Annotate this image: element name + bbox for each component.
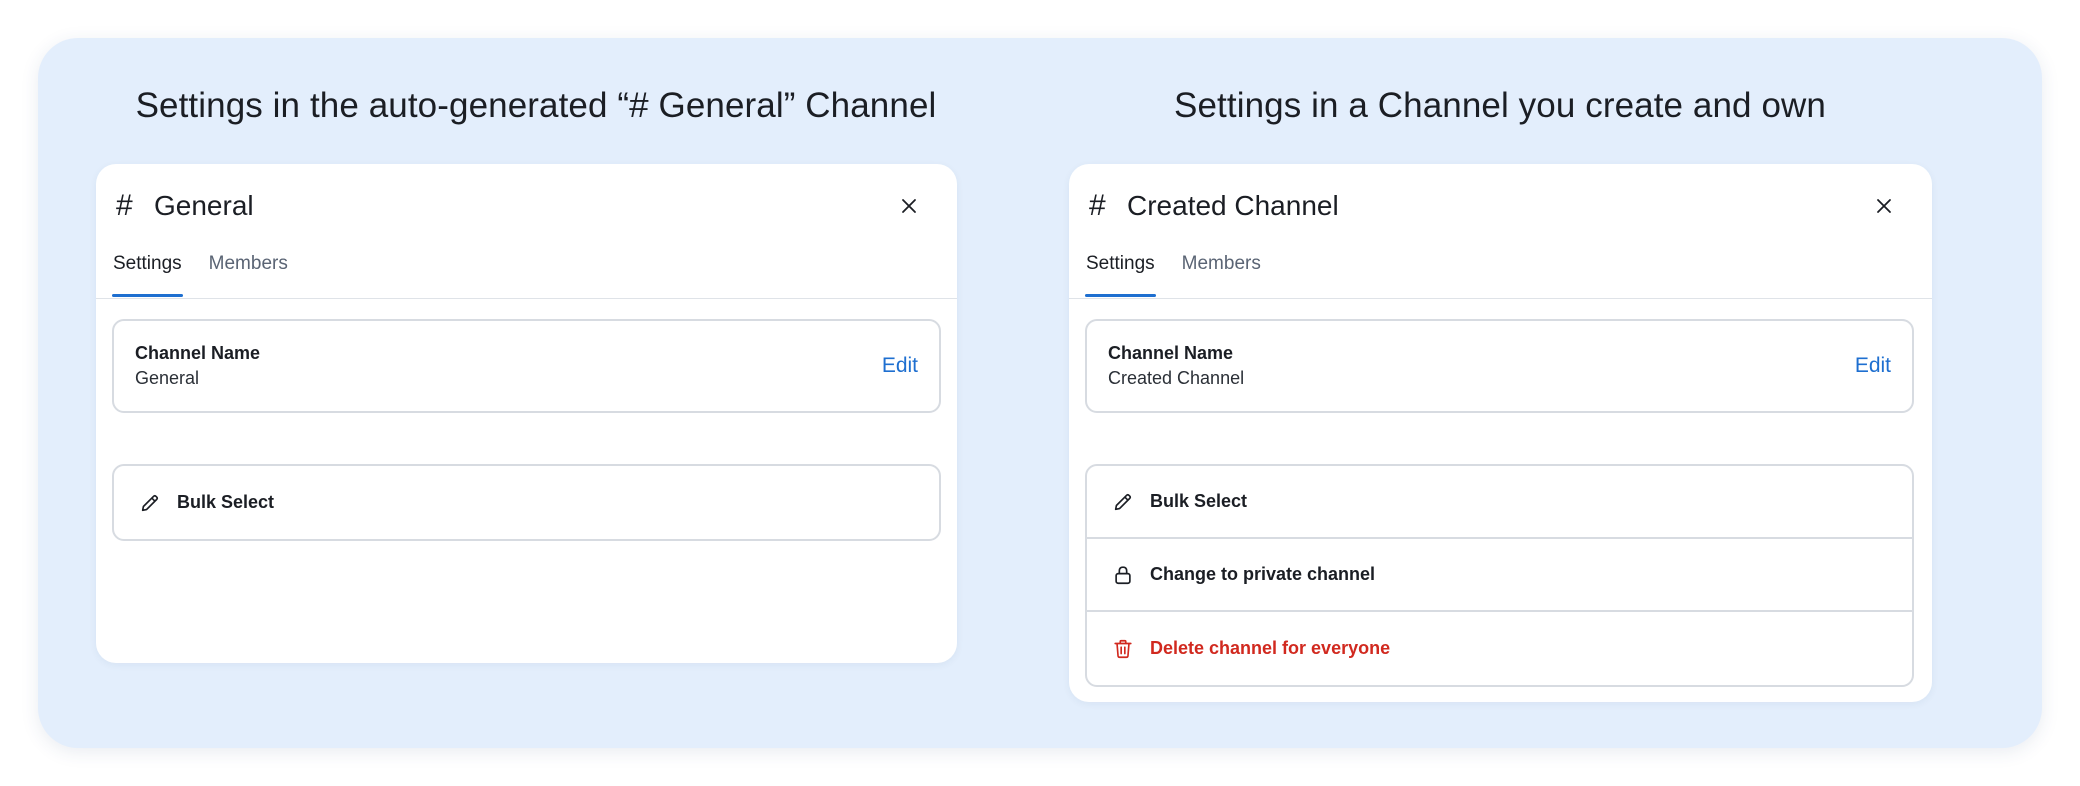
right-heading: Settings in a Channel you create and own [1174, 86, 1826, 125]
change-to-private-button[interactable]: Change to private channel [1087, 539, 1912, 612]
panel-header: # Created Channel [1089, 184, 1912, 228]
trash-icon [1111, 637, 1135, 661]
close-icon [1877, 199, 1891, 213]
pencil-icon [1111, 490, 1135, 514]
channel-name-value: General [135, 368, 200, 388]
panel-header: # General [116, 184, 937, 228]
delete-channel-label: Delete channel for everyone [1150, 638, 1391, 658]
close-button[interactable] [895, 192, 923, 220]
created-channel-settings-panel: # Created Channel Settings Members Chann… [1069, 164, 1932, 702]
change-to-private-label: Change to private channel [1150, 564, 1376, 584]
channel-actions-card: Bulk Select [112, 464, 941, 541]
lock-icon [1111, 563, 1135, 587]
close-button[interactable] [1870, 192, 1898, 220]
panel-title: General [154, 190, 254, 221]
general-channel-settings-panel: # General Settings Members Channel Name … [96, 164, 957, 663]
left-heading: Settings in the auto-generated “# Genera… [135, 86, 937, 125]
tab-divider [96, 298, 957, 299]
edit-channel-name-button[interactable]: Edit [1855, 354, 1891, 378]
panel-title: Created Channel [1127, 190, 1339, 221]
tab-settings[interactable]: Settings [112, 246, 183, 297]
bulk-select-label: Bulk Select [177, 492, 275, 512]
tab-settings[interactable]: Settings [1085, 246, 1156, 297]
tab-divider [1069, 298, 1932, 299]
bulk-select-button[interactable]: Bulk Select [114, 466, 939, 539]
tab-bar: Settings Members [112, 246, 314, 297]
edit-channel-name-button[interactable]: Edit [882, 354, 918, 378]
tab-members[interactable]: Members [1181, 246, 1262, 296]
channel-actions-card: Bulk Select Change to private channel De… [1085, 464, 1914, 687]
hash-icon: # [1089, 189, 1106, 222]
pencil-icon [138, 491, 162, 515]
bulk-select-button[interactable]: Bulk Select [1087, 466, 1912, 539]
delete-channel-button[interactable]: Delete channel for everyone [1087, 612, 1912, 685]
channel-name-card: Channel Name General Edit [112, 319, 941, 413]
hash-icon: # [116, 189, 133, 222]
channel-name-card: Channel Name Created Channel Edit [1085, 319, 1914, 413]
channel-name-value: Created Channel [1108, 368, 1245, 388]
tab-members[interactable]: Members [208, 246, 289, 296]
tab-bar: Settings Members [1085, 246, 1287, 297]
close-icon [902, 199, 916, 213]
bulk-select-label: Bulk Select [1150, 491, 1248, 511]
channel-name-label: Channel Name [135, 343, 261, 363]
channel-name-label: Channel Name [1108, 343, 1234, 363]
